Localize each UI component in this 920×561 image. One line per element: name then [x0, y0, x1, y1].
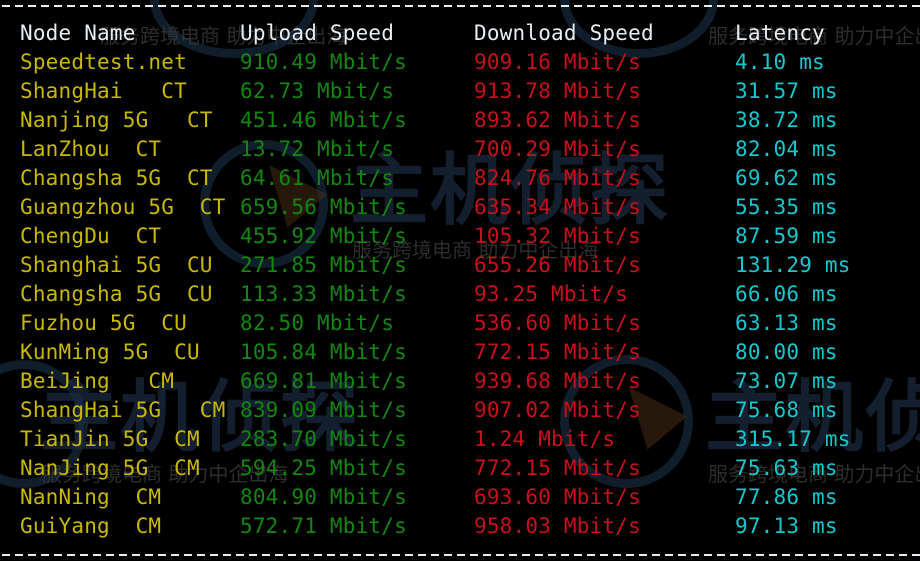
table-row: NanNing CM 804.90 Mbit/s 693.60 Mbit/s 77.8… [0, 483, 920, 512]
cell-node-name: NanNing CM [20, 485, 162, 509]
cell-latency: 4.10 ms [735, 50, 825, 74]
cell-latency: 87.59 ms [735, 224, 838, 248]
cell-latency: 31.57 ms [735, 79, 838, 103]
cell-latency: 69.62 ms [735, 166, 838, 190]
cell-download-speed: 536.60 Mbit/s [474, 311, 641, 335]
cell-upload-speed: 455.92 Mbit/s [240, 224, 407, 248]
table-row: LanZhou CT 13.72 Mbit/s 700.29 Mbit/s 82.04… [0, 135, 920, 164]
cell-upload-speed: 62.73 Mbit/s [240, 79, 395, 103]
separator-top [2, 5, 920, 7]
table-row: TianJin 5G CM 283.70 Mbit/s 1.24 Mbit/s 315… [0, 425, 920, 454]
header-download-speed: Download Speed [474, 21, 654, 45]
separator-bottom [2, 554, 920, 556]
cell-download-speed: 958.03 Mbit/s [474, 514, 641, 538]
table-row: ChengDu CT 455.92 Mbit/s 105.32 Mbit/s 87.5… [0, 222, 920, 251]
cell-upload-speed: 82.50 Mbit/s [240, 311, 395, 335]
cell-upload-speed: 271.85 Mbit/s [240, 253, 407, 277]
cell-download-speed: 907.02 Mbit/s [474, 398, 641, 422]
cell-upload-speed: 839.09 Mbit/s [240, 398, 407, 422]
cell-upload-speed: 64.61 Mbit/s [240, 166, 395, 190]
cell-upload-speed: 572.71 Mbit/s [240, 514, 407, 538]
cell-node-name: GuiYang CM [20, 514, 162, 538]
cell-latency: 80.00 ms [735, 340, 838, 364]
table-row: Speedtest.net 910.49 Mbit/s 909.16 Mbit/s 4… [0, 48, 920, 77]
cell-download-speed: 772.15 Mbit/s [474, 456, 641, 480]
cell-node-name: ShangHai CT [20, 79, 187, 103]
cell-node-name: Shanghai 5G CU [20, 253, 213, 277]
header-node-name: Node Name [20, 21, 136, 45]
table-row: KunMing 5G CU 105.84 Mbit/s 772.15 Mbit/s 8… [0, 338, 920, 367]
cell-upload-speed: 659.56 Mbit/s [240, 195, 407, 219]
cell-download-speed: 913.78 Mbit/s [474, 79, 641, 103]
cell-latency: 75.63 ms [735, 456, 838, 480]
cell-node-name: NanJing 5G CM [20, 456, 200, 480]
table-row: Fuzhou 5G CU 82.50 Mbit/s 536.60 Mbit/s 63.… [0, 309, 920, 338]
cell-download-speed: 772.15 Mbit/s [474, 340, 641, 364]
cell-node-name: ShangHai 5G CM [20, 398, 226, 422]
table-row: ShangHai CT 62.73 Mbit/s 913.78 Mbit/s 31.5… [0, 77, 920, 106]
cell-node-name: ChengDu CT [20, 224, 162, 248]
cell-upload-speed: 283.70 Mbit/s [240, 427, 407, 451]
cell-latency: 131.29 ms [735, 253, 851, 277]
table-row: Guangzhou 5G CT 659.56 Mbit/s 635.34 Mbit/… [0, 193, 920, 222]
cell-node-name: KunMing 5G CU [20, 340, 200, 364]
cell-node-name: Fuzhou 5G CU [20, 311, 187, 335]
cell-upload-speed: 113.33 Mbit/s [240, 282, 407, 306]
table-row: Shanghai 5G CU 271.85 Mbit/s 655.26 Mbit/s… [0, 251, 920, 280]
cell-download-speed: 893.62 Mbit/s [474, 108, 641, 132]
cell-upload-speed: 105.84 Mbit/s [240, 340, 407, 364]
cell-download-speed: 105.32 Mbit/s [474, 224, 641, 248]
cell-node-name: Changsha 5G CU [20, 282, 213, 306]
cell-latency: 315.17 ms [735, 427, 851, 451]
cell-upload-speed: 910.49 Mbit/s [240, 50, 407, 74]
cell-download-speed: 635.34 Mbit/s [474, 195, 641, 219]
table-row: Changsha 5G CT 64.61 Mbit/s 824.76 Mbit/s 6… [0, 164, 920, 193]
cell-latency: 77.86 ms [735, 485, 838, 509]
table-header: Node Name Upload Speed Download Speed La… [0, 19, 920, 48]
cell-upload-speed: 804.90 Mbit/s [240, 485, 407, 509]
table-row: ShangHai 5G CM 839.09 Mbit/s 907.02 Mbit/s… [0, 396, 920, 425]
cell-latency: 73.07 ms [735, 369, 838, 393]
cell-node-name: TianJin 5G CM [20, 427, 200, 451]
cell-download-speed: 1.24 Mbit/s [474, 427, 616, 451]
cell-download-speed: 824.76 Mbit/s [474, 166, 641, 190]
cell-download-speed: 939.68 Mbit/s [474, 369, 641, 393]
cell-latency: 63.13 ms [735, 311, 838, 335]
table-row: NanJing 5G CM 594.25 Mbit/s 772.15 Mbit/s 7… [0, 454, 920, 483]
cell-latency: 75.68 ms [735, 398, 838, 422]
cell-upload-speed: 13.72 Mbit/s [240, 137, 395, 161]
cell-download-speed: 700.29 Mbit/s [474, 137, 641, 161]
cell-upload-speed: 451.46 Mbit/s [240, 108, 407, 132]
table-row: Nanjing 5G CT 451.46 Mbit/s 893.62 Mbit/s 3… [0, 106, 920, 135]
cell-node-name: LanZhou CT [20, 137, 162, 161]
cell-download-speed: 693.60 Mbit/s [474, 485, 641, 509]
header-latency: Latency [735, 21, 825, 45]
cell-node-name: Speedtest.net [20, 50, 187, 74]
cell-latency: 55.35 ms [735, 195, 838, 219]
cell-upload-speed: 594.25 Mbit/s [240, 456, 407, 480]
cell-node-name: Nanjing 5G CT [20, 108, 213, 132]
cell-latency: 97.13 ms [735, 514, 838, 538]
cell-node-name: Changsha 5G CT [20, 166, 213, 190]
table-row: GuiYang CM 572.71 Mbit/s 958.03 Mbit/s 97.1… [0, 512, 920, 541]
cell-latency: 66.06 ms [735, 282, 838, 306]
cell-download-speed: 909.16 Mbit/s [474, 50, 641, 74]
cell-upload-speed: 669.81 Mbit/s [240, 369, 407, 393]
table-row: BeiJing CM 669.81 Mbit/s 939.68 Mbit/s 73.0… [0, 367, 920, 396]
cell-latency: 38.72 ms [735, 108, 838, 132]
terminal-window[interactable]: 服务跨境电商 助力中企出海 服务跨境电商 助力中企出海 主机侦探 服务跨境电商 … [0, 0, 920, 561]
cell-latency: 82.04 ms [735, 137, 838, 161]
cell-download-speed: 655.26 Mbit/s [474, 253, 641, 277]
cell-download-speed: 93.25 Mbit/s [474, 282, 629, 306]
cell-node-name: BeiJing CM [20, 369, 175, 393]
header-upload-speed: Upload Speed [240, 21, 395, 45]
table-row: Changsha 5G CU 113.33 Mbit/s 93.25 Mbit/s 6… [0, 280, 920, 309]
cell-node-name: Guangzhou 5G CT [20, 195, 226, 219]
